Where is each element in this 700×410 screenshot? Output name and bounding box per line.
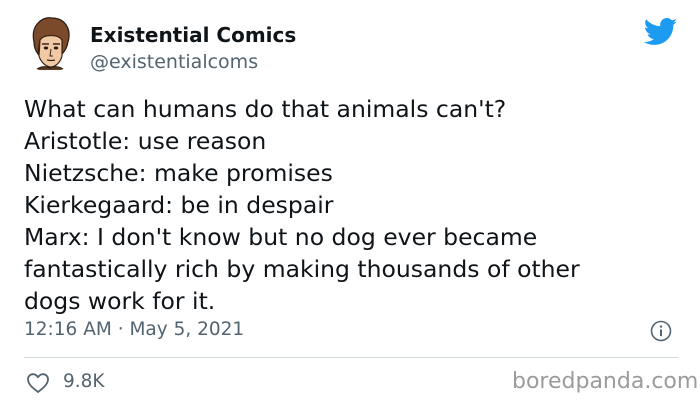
avatar[interactable] <box>20 12 80 72</box>
tweet-line: Kierkegaard: be in despair <box>24 191 334 219</box>
tweet-line: Marx: I don't know but no dog ever becam… <box>24 223 538 251</box>
tweet-line: fantastically rich by making thousands o… <box>24 255 580 283</box>
watermark: boredpanda.com <box>512 369 699 394</box>
author-handle[interactable]: @existentialcoms <box>90 51 258 73</box>
tweet-text: What can humans do that animals can't? A… <box>24 93 684 317</box>
tweet-line: Aristotle: use reason <box>24 127 267 155</box>
author-name[interactable]: Existential Comics <box>90 23 296 47</box>
like-count[interactable]: 9.8K <box>63 371 105 392</box>
tweet-line: Nietzsche: make promises <box>24 159 333 187</box>
tweet-line: dogs work for it. <box>24 287 216 315</box>
info-icon[interactable] <box>650 320 672 342</box>
twitter-bird-icon[interactable] <box>643 18 678 46</box>
tweet-timestamp[interactable]: 12:16 AM · May 5, 2021 <box>24 319 244 340</box>
tweet-line: What can humans do that animals can't? <box>24 95 507 123</box>
tweet-card: Existential Comics @existentialcoms What… <box>0 0 700 410</box>
avatar-illustration <box>20 12 80 72</box>
divider <box>24 357 678 358</box>
heart-icon[interactable] <box>26 372 50 394</box>
